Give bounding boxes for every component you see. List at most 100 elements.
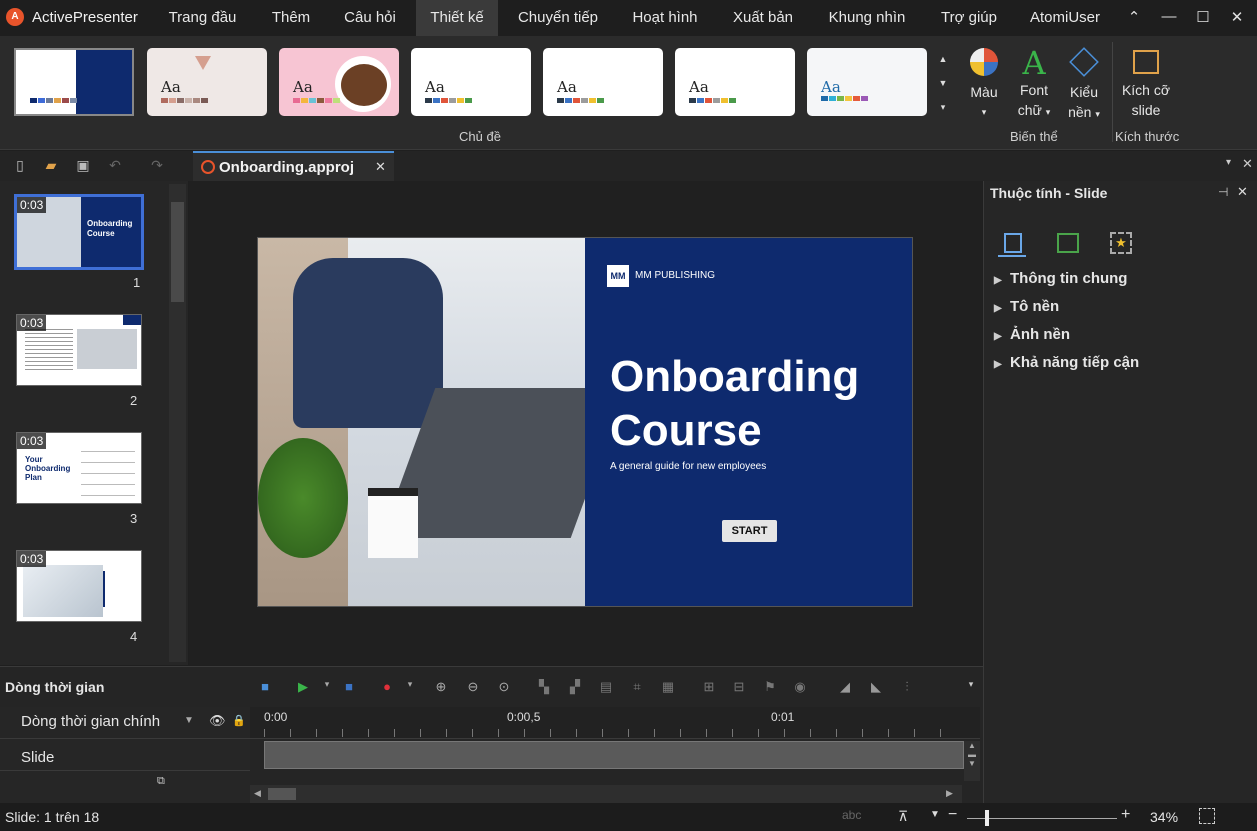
eye-icon[interactable]: 👁 (209, 713, 226, 729)
menu-help[interactable]: Trợ giúp (930, 0, 1008, 36)
zoom-slider[interactable] (967, 818, 1117, 819)
speed-icon[interactable]: ⚑ (761, 679, 779, 697)
audio-levels-icon[interactable]: ⫶ (898, 679, 916, 697)
split-icon[interactable]: ▚ (535, 679, 553, 697)
scroll-left-icon: ◀ (254, 788, 261, 798)
close-window-button[interactable]: ✕ (1227, 8, 1247, 26)
change-speed-icon[interactable]: ⊟ (730, 679, 748, 697)
lock-icon[interactable]: 🔒 (232, 714, 246, 727)
zoom-out-icon[interactable]: ⊖ (464, 679, 482, 697)
close-pane-icon[interactable]: ✕ (1242, 156, 1253, 172)
font-button[interactable]: A Font chữ ▾ (1012, 46, 1056, 122)
main-timeline-label[interactable]: Dòng thời gian chính (21, 713, 160, 730)
menu-view[interactable]: Khung nhìn (816, 0, 918, 36)
pane-menu-icon[interactable]: ▾ (1226, 157, 1231, 168)
timeline-dropdown-icon[interactable]: ▼ (184, 715, 194, 726)
chevron-up-icon[interactable]: ▲ (934, 47, 952, 71)
stop-icon[interactable]: ■ (340, 679, 358, 697)
thumbnail-scrollbar[interactable] (169, 184, 186, 662)
slide-properties-icon[interactable] (1004, 233, 1022, 253)
slide-3-number: 3 (130, 511, 138, 526)
theme-4[interactable]: Aa (411, 48, 531, 116)
menu-transitions[interactable]: Chuyển tiếp (506, 0, 610, 36)
menu-questions[interactable]: Câu hỏi (332, 0, 408, 36)
join-icon[interactable]: ▞ (566, 679, 584, 697)
timeline-ruler[interactable]: 0:00 0:00,5 0:01 (250, 707, 980, 739)
delete-range-icon[interactable]: ▤ (597, 679, 615, 697)
close-panel-icon[interactable]: ✕ (1237, 184, 1248, 200)
document-tab[interactable]: Onboarding.approj ✕ (193, 151, 394, 181)
theme-sample-text: Aa (689, 78, 709, 96)
timeline-hscrollbar[interactable]: ◀ ▶ (250, 785, 962, 803)
slide-1-number: 1 (133, 275, 141, 290)
slide-thumbnail-3[interactable]: Your Onboarding Plan 0:03 (16, 432, 142, 504)
theme-6[interactable]: Aa (675, 48, 795, 116)
freeze-frame-icon[interactable]: ⊞ (700, 679, 718, 697)
crop-icon[interactable]: ⌗ (628, 679, 646, 697)
menu-home[interactable]: Trang đầu (155, 0, 250, 36)
menu-user[interactable]: AtomiUser (1018, 0, 1112, 36)
fit-to-window-icon[interactable] (1199, 808, 1215, 824)
save-icon[interactable]: ▣ (74, 157, 92, 175)
undo-icon[interactable]: ↶ (106, 157, 124, 175)
star-effect-icon[interactable]: ★ (1110, 232, 1132, 254)
open-folder-icon[interactable]: ▰ (42, 157, 60, 175)
current-slide[interactable]: MM MM PUBLISHING Onboarding Course A gen… (257, 237, 913, 607)
track-vscroll[interactable]: ▲ ▬ ▼ (964, 741, 980, 781)
spell-check-icon[interactable]: abc (842, 808, 861, 822)
zoom-out-button[interactable]: − (948, 806, 957, 824)
fade-out-icon[interactable]: ◣ (867, 679, 885, 697)
zoom-level: 34% (1150, 809, 1179, 825)
section-accessibility[interactable]: ▶ Khả năng tiếp cận (994, 354, 1139, 371)
theme-5[interactable]: Aa (543, 48, 663, 116)
start-button[interactable]: START (722, 520, 777, 542)
chevron-down-icon[interactable]: ▼ (934, 71, 952, 95)
audio-icon[interactable]: ◉ (791, 679, 809, 697)
menu-insert[interactable]: Thêm (258, 0, 324, 36)
insert-time-icon[interactable]: ▦ (659, 679, 677, 697)
slide-track-bar[interactable] (264, 741, 964, 769)
color-button[interactable]: Màu ▾ (963, 46, 1005, 122)
minimize-button[interactable]: — (1159, 8, 1179, 25)
record-options-chevron-icon[interactable]: ▾ (401, 679, 419, 697)
theme-2[interactable]: Aa (147, 48, 267, 116)
theme-7[interactable]: Aa (807, 48, 927, 116)
slide-thumbnail-4[interactable]: 0:03 (16, 550, 142, 622)
record-icon[interactable]: ● (378, 679, 396, 697)
menu-design[interactable]: Thiết kế (416, 0, 498, 36)
section-general-info[interactable]: ▶ Thông tin chung (994, 270, 1127, 287)
fade-in-icon[interactable]: ◢ (836, 679, 854, 697)
layers-icon[interactable]: ■ (256, 679, 274, 697)
redo-icon[interactable]: ↷ (148, 157, 166, 175)
slide-thumbnail-2[interactable]: 0:03 (16, 314, 142, 386)
pin-icon[interactable]: ⊣ (1218, 185, 1228, 199)
play-options-chevron-icon[interactable]: ▾ (318, 679, 336, 697)
play-icon[interactable]: ▶ (294, 679, 312, 697)
slide-size-button[interactable]: Kích cỡ slide (1117, 46, 1175, 120)
theme-1[interactable] (14, 48, 134, 116)
maximize-button[interactable]: ☐ (1193, 8, 1213, 26)
expand-tracks-icon[interactable]: ⧉ (157, 775, 165, 788)
slide-thumbnail-1[interactable]: Onboarding Course 0:03 (14, 194, 144, 270)
zoom-in-button[interactable]: + (1121, 806, 1130, 824)
presenter-icon[interactable]: ⊼ (898, 808, 908, 825)
menu-animations[interactable]: Hoạt hình (620, 0, 710, 36)
timeline-menu-icon[interactable]: ▾ (962, 679, 980, 697)
collapse-ribbon-icon[interactable]: ⌃ (1124, 8, 1144, 26)
zoom-slider-handle[interactable] (985, 810, 989, 826)
section-fill[interactable]: ▶ Tô nền (994, 298, 1059, 315)
menu-export[interactable]: Xuất bản (722, 0, 804, 36)
theme-3[interactable]: Aa (279, 48, 399, 116)
theme-gallery-scroll[interactable]: ▲ ▼ ▾ (934, 47, 952, 119)
close-tab-icon[interactable]: ✕ (375, 159, 386, 175)
presenter-dropdown-icon[interactable]: ▼ (930, 809, 940, 820)
new-file-icon[interactable]: ▯ (11, 157, 29, 175)
expand-gallery-icon[interactable]: ▾ (934, 95, 952, 119)
zoom-in-icon[interactable]: ⊕ (432, 679, 450, 697)
background-style-button[interactable]: Kiểu nền ▾ (1062, 46, 1106, 124)
zoom-fit-icon[interactable]: ⊙ (495, 679, 513, 697)
transition-icon[interactable] (1057, 233, 1079, 253)
color-palette-icon (970, 48, 998, 76)
app-name: ActivePresenter (32, 9, 138, 26)
section-background-image[interactable]: ▶ Ảnh nền (994, 326, 1070, 343)
